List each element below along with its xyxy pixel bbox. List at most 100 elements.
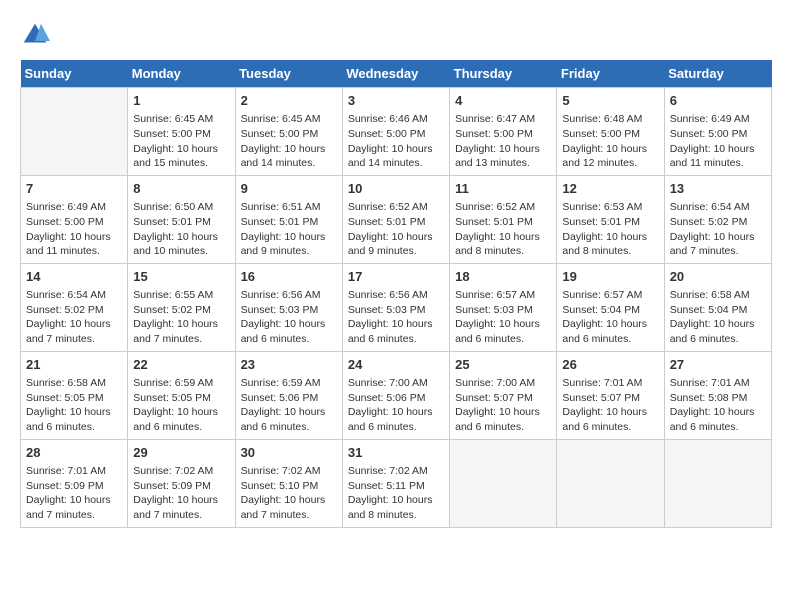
cell-info: Sunset: 5:02 PM [26, 303, 122, 318]
calendar-cell: 5Sunrise: 6:48 AMSunset: 5:00 PMDaylight… [557, 88, 664, 176]
cell-info: and 14 minutes. [241, 156, 337, 171]
cell-info: Sunset: 5:00 PM [670, 127, 766, 142]
cell-info: Daylight: 10 hours [562, 405, 658, 420]
cell-info: and 10 minutes. [133, 244, 229, 259]
cell-info: Sunset: 5:06 PM [348, 391, 444, 406]
cell-info: and 7 minutes. [670, 244, 766, 259]
calendar-cell: 23Sunrise: 6:59 AMSunset: 5:06 PMDayligh… [235, 351, 342, 439]
cell-info: Daylight: 10 hours [670, 405, 766, 420]
calendar-cell [21, 88, 128, 176]
cell-info: and 9 minutes. [348, 244, 444, 259]
cell-info: Daylight: 10 hours [26, 493, 122, 508]
cell-info: Sunrise: 7:01 AM [670, 376, 766, 391]
day-number: 14 [26, 268, 122, 286]
cell-info: Sunrise: 7:00 AM [348, 376, 444, 391]
day-number: 13 [670, 180, 766, 198]
calendar-cell: 15Sunrise: 6:55 AMSunset: 5:02 PMDayligh… [128, 263, 235, 351]
cell-info: Sunrise: 6:59 AM [241, 376, 337, 391]
calendar-cell: 18Sunrise: 6:57 AMSunset: 5:03 PMDayligh… [450, 263, 557, 351]
cell-info: Sunset: 5:01 PM [241, 215, 337, 230]
day-number: 3 [348, 92, 444, 110]
day-number: 31 [348, 444, 444, 462]
week-row-4: 21Sunrise: 6:58 AMSunset: 5:05 PMDayligh… [21, 351, 772, 439]
cell-info: Sunrise: 6:52 AM [455, 200, 551, 215]
calendar-cell: 8Sunrise: 6:50 AMSunset: 5:01 PMDaylight… [128, 175, 235, 263]
calendar-cell: 12Sunrise: 6:53 AMSunset: 5:01 PMDayligh… [557, 175, 664, 263]
cell-info: and 7 minutes. [26, 508, 122, 523]
cell-info: Daylight: 10 hours [455, 317, 551, 332]
cell-info: and 6 minutes. [455, 332, 551, 347]
week-row-5: 28Sunrise: 7:01 AMSunset: 5:09 PMDayligh… [21, 439, 772, 527]
cell-info: Daylight: 10 hours [241, 493, 337, 508]
calendar-cell: 3Sunrise: 6:46 AMSunset: 5:00 PMDaylight… [342, 88, 449, 176]
cell-info: Sunrise: 6:56 AM [348, 288, 444, 303]
day-number: 27 [670, 356, 766, 374]
calendar-cell: 25Sunrise: 7:00 AMSunset: 5:07 PMDayligh… [450, 351, 557, 439]
cell-info: Sunrise: 6:57 AM [562, 288, 658, 303]
day-header-saturday: Saturday [664, 60, 771, 88]
calendar-cell: 14Sunrise: 6:54 AMSunset: 5:02 PMDayligh… [21, 263, 128, 351]
day-header-thursday: Thursday [450, 60, 557, 88]
cell-info: and 6 minutes. [348, 332, 444, 347]
day-number: 29 [133, 444, 229, 462]
cell-info: Sunrise: 7:00 AM [455, 376, 551, 391]
day-number: 22 [133, 356, 229, 374]
day-number: 28 [26, 444, 122, 462]
day-number: 11 [455, 180, 551, 198]
day-number: 10 [348, 180, 444, 198]
cell-info: and 7 minutes. [133, 508, 229, 523]
cell-info: and 7 minutes. [26, 332, 122, 347]
calendar-cell: 28Sunrise: 7:01 AMSunset: 5:09 PMDayligh… [21, 439, 128, 527]
cell-info: Daylight: 10 hours [670, 230, 766, 245]
calendar-cell: 6Sunrise: 6:49 AMSunset: 5:00 PMDaylight… [664, 88, 771, 176]
cell-info: Sunset: 5:02 PM [133, 303, 229, 318]
cell-info: Daylight: 10 hours [562, 230, 658, 245]
day-headers-row: SundayMondayTuesdayWednesdayThursdayFrid… [21, 60, 772, 88]
cell-info: Sunrise: 6:48 AM [562, 112, 658, 127]
cell-info: and 6 minutes. [348, 420, 444, 435]
cell-info: Sunset: 5:00 PM [26, 215, 122, 230]
calendar-cell: 16Sunrise: 6:56 AMSunset: 5:03 PMDayligh… [235, 263, 342, 351]
cell-info: and 14 minutes. [348, 156, 444, 171]
cell-info: Daylight: 10 hours [241, 142, 337, 157]
cell-info: Sunset: 5:00 PM [133, 127, 229, 142]
cell-info: Sunrise: 6:47 AM [455, 112, 551, 127]
cell-info: Sunset: 5:05 PM [26, 391, 122, 406]
cell-info: Sunset: 5:00 PM [241, 127, 337, 142]
cell-info: Daylight: 10 hours [133, 142, 229, 157]
cell-info: Daylight: 10 hours [241, 405, 337, 420]
cell-info: Daylight: 10 hours [133, 405, 229, 420]
cell-info: Sunset: 5:07 PM [562, 391, 658, 406]
cell-info: Sunrise: 7:01 AM [26, 464, 122, 479]
cell-info: Sunrise: 6:57 AM [455, 288, 551, 303]
cell-info: Sunrise: 7:02 AM [241, 464, 337, 479]
day-number: 1 [133, 92, 229, 110]
cell-info: Sunrise: 6:51 AM [241, 200, 337, 215]
cell-info: and 6 minutes. [26, 420, 122, 435]
calendar-table: SundayMondayTuesdayWednesdayThursdayFrid… [20, 60, 772, 528]
cell-info: Sunrise: 6:56 AM [241, 288, 337, 303]
cell-info: and 15 minutes. [133, 156, 229, 171]
cell-info: and 6 minutes. [670, 332, 766, 347]
cell-info: Daylight: 10 hours [670, 317, 766, 332]
day-header-sunday: Sunday [21, 60, 128, 88]
calendar-cell: 2Sunrise: 6:45 AMSunset: 5:00 PMDaylight… [235, 88, 342, 176]
cell-info: Sunset: 5:08 PM [670, 391, 766, 406]
calendar-cell: 24Sunrise: 7:00 AMSunset: 5:06 PMDayligh… [342, 351, 449, 439]
day-number: 6 [670, 92, 766, 110]
cell-info: Sunrise: 6:50 AM [133, 200, 229, 215]
week-row-2: 7Sunrise: 6:49 AMSunset: 5:00 PMDaylight… [21, 175, 772, 263]
cell-info: Sunrise: 6:58 AM [670, 288, 766, 303]
cell-info: Daylight: 10 hours [133, 317, 229, 332]
cell-info: and 11 minutes. [26, 244, 122, 259]
cell-info: and 7 minutes. [133, 332, 229, 347]
day-number: 21 [26, 356, 122, 374]
cell-info: Daylight: 10 hours [26, 405, 122, 420]
calendar-cell [557, 439, 664, 527]
cell-info: Daylight: 10 hours [455, 405, 551, 420]
cell-info: Sunset: 5:06 PM [241, 391, 337, 406]
cell-info: and 8 minutes. [562, 244, 658, 259]
day-number: 20 [670, 268, 766, 286]
cell-info: and 8 minutes. [455, 244, 551, 259]
day-number: 17 [348, 268, 444, 286]
